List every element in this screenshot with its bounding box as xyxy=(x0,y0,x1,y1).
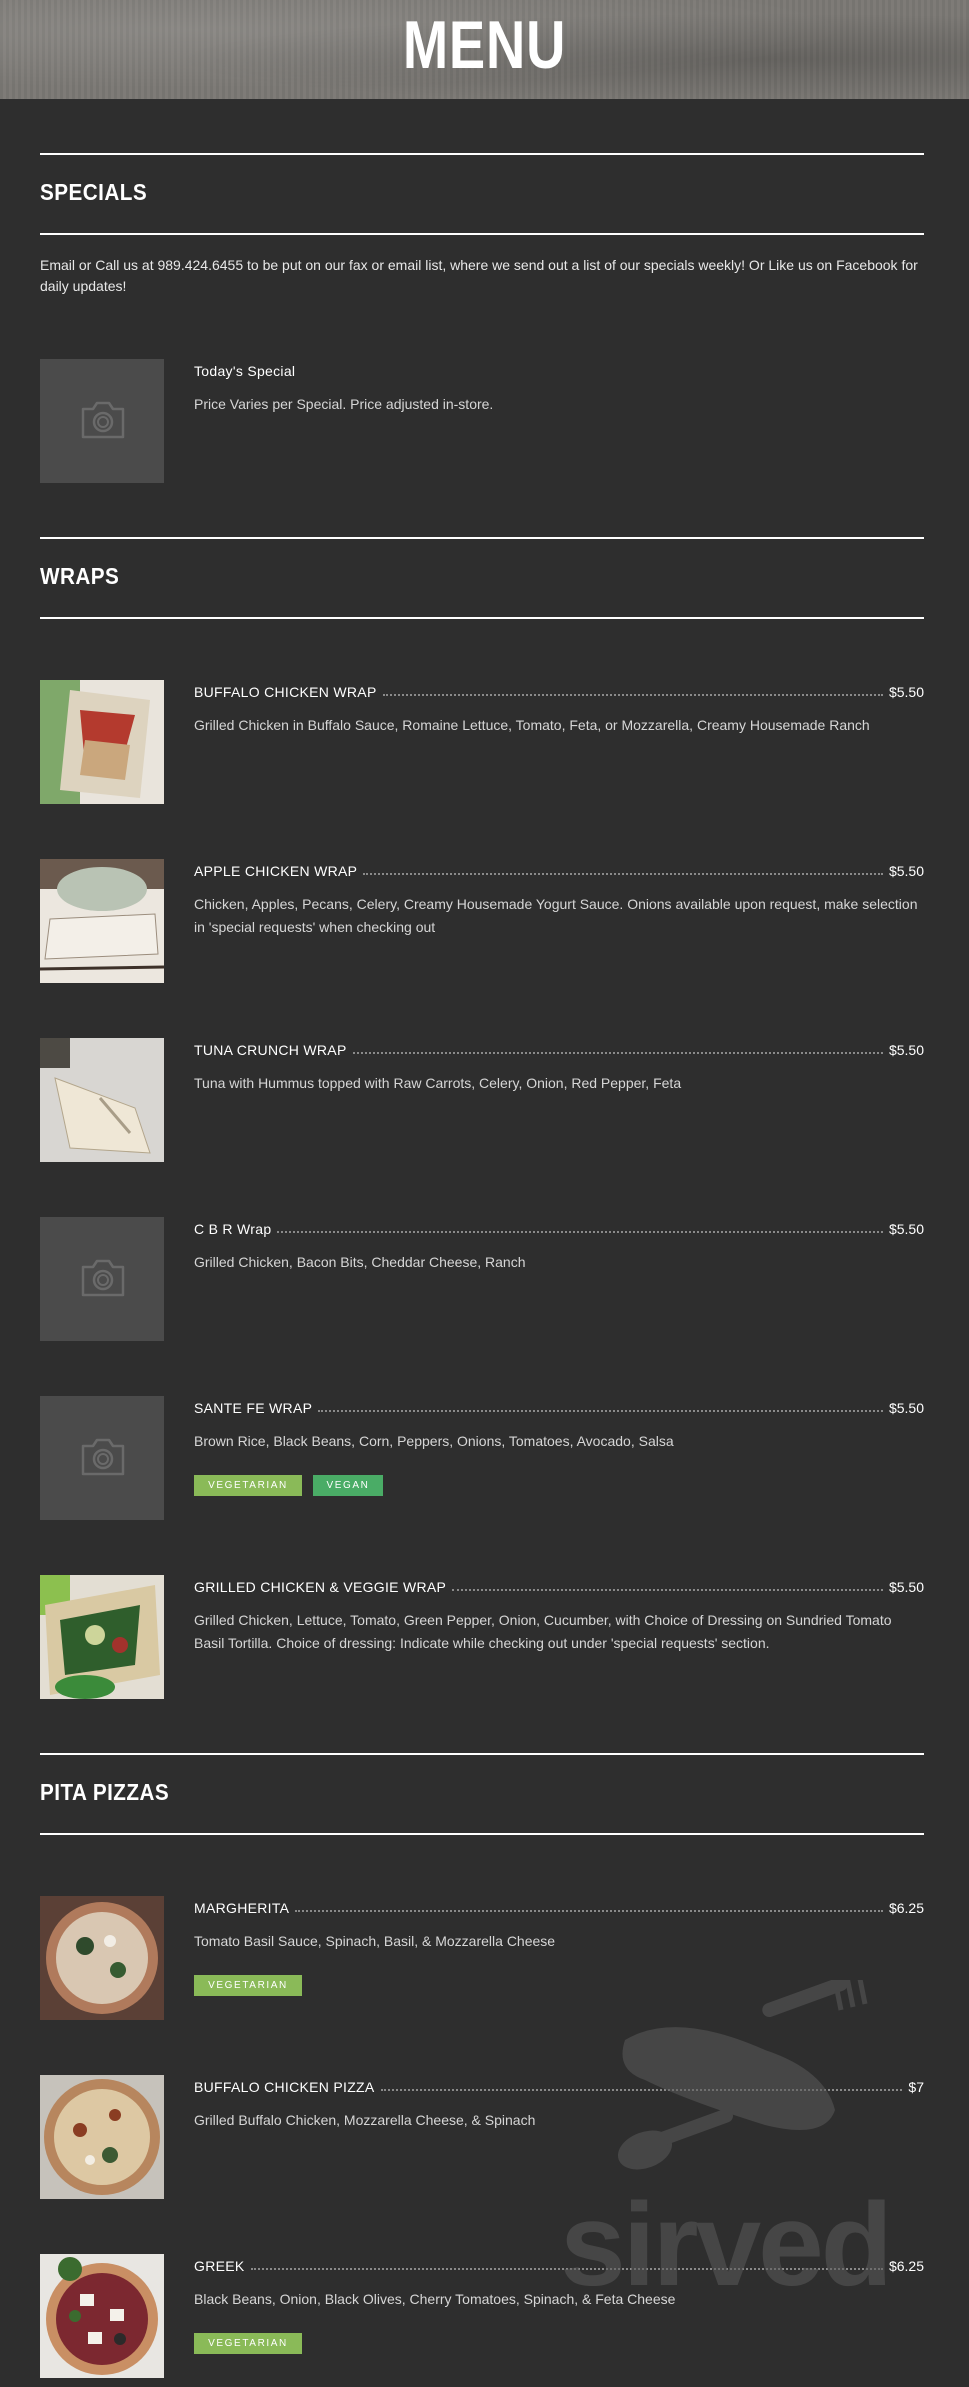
item-name: MARGHERITA xyxy=(194,1900,290,1916)
item-description: Chicken, Apples, Pecans, Celery, Creamy … xyxy=(194,896,918,935)
item-price: $5.50 xyxy=(888,1221,924,1237)
item-description: Price Varies per Special. Price adjusted… xyxy=(194,396,494,412)
menu-item-apple-chicken-wrap[interactable]: APPLE CHICKEN WRAP $5.50 Chicken, Apples,… xyxy=(40,859,924,983)
menu-item-cbr-wrap[interactable]: C B R Wrap $5.50 Grilled Chicken, Bacon B… xyxy=(40,1217,924,1341)
menu-item-todays-special[interactable]: Today's Special Price Varies per Special… xyxy=(40,359,924,483)
menu-item-sante-fe-wrap[interactable]: SANTE FE WRAP $5.50 Brown Rice, Black Bea… xyxy=(40,1396,924,1520)
item-price: $7 xyxy=(908,2079,924,2095)
item-image-placeholder xyxy=(40,1217,164,1341)
item-photo xyxy=(40,2075,164,2199)
item-description: Grilled Chicken in Buffalo Sauce, Romain… xyxy=(194,717,870,733)
section-header-pita-pizzas: PITA PIZZAS xyxy=(40,1753,924,1835)
item-photo xyxy=(40,680,164,804)
menu-item-greek[interactable]: GREEK $6.25 Black Beans, Onion, Black Oli… xyxy=(40,2254,924,2378)
item-price: $5.50 xyxy=(888,1579,924,1595)
item-price: $5.50 xyxy=(888,1042,924,1058)
section-header-specials: SPECIALS xyxy=(40,153,924,235)
item-name: TUNA CRUNCH WRAP xyxy=(194,1042,347,1058)
item-photo xyxy=(40,1896,164,2020)
item-description: Tuna with Hummus topped with Raw Carrots… xyxy=(194,1075,682,1091)
item-photo xyxy=(40,1038,164,1162)
menu-hero-banner: MENU xyxy=(0,0,969,99)
camera-icon xyxy=(81,401,125,439)
item-name: Today's Special xyxy=(194,363,296,379)
item-description: Brown Rice, Black Beans, Corn, Peppers, … xyxy=(194,1433,674,1449)
section-title: PITA PIZZAS xyxy=(40,1779,170,1805)
page-title: MENU xyxy=(402,7,567,83)
item-price: $5.50 xyxy=(888,863,924,879)
vegan-badge: VEGAN xyxy=(313,1475,383,1496)
item-description: Grilled Chicken, Lettuce, Tomato, Green … xyxy=(194,1612,892,1651)
dotted-leader xyxy=(318,1410,883,1412)
item-description: Grilled Buffalo Chicken, Mozzarella Chee… xyxy=(194,2112,536,2128)
item-name: BUFFALO CHICKEN WRAP xyxy=(194,684,377,700)
menu-item-tuna-crunch-wrap[interactable]: TUNA CRUNCH WRAP $5.50 Tuna with Hummus t… xyxy=(40,1038,924,1162)
item-image-placeholder xyxy=(40,359,164,483)
item-price: $5.50 xyxy=(888,1400,924,1416)
item-price: $6.25 xyxy=(888,1900,924,1916)
dotted-leader xyxy=(295,1910,883,1912)
dotted-leader xyxy=(277,1231,883,1233)
camera-icon xyxy=(81,1259,125,1297)
section-title: WRAPS xyxy=(40,563,120,589)
item-name: C B R Wrap xyxy=(194,1221,272,1237)
vegetarian-badge: VEGETARIAN xyxy=(194,2333,302,2354)
item-tags: VEGETARIAN xyxy=(194,2333,302,2354)
item-name: GRILLED CHICKEN & VEGGIE WRAP xyxy=(194,1579,447,1595)
item-image-placeholder xyxy=(40,1396,164,1520)
specials-intro: Email or Call us at 989.424.6455 to be p… xyxy=(40,257,918,294)
section-title: SPECIALS xyxy=(40,179,148,205)
item-photo xyxy=(40,859,164,983)
item-tags: VEGETARIAN xyxy=(194,1975,302,1996)
menu-item-grilled-chicken-veggie-wrap[interactable]: GRILLED CHICKEN & VEGGIE WRAP $5.50 Grill… xyxy=(40,1575,924,1699)
dotted-leader xyxy=(380,2089,903,2091)
dotted-leader xyxy=(363,873,883,875)
item-description: Grilled Chicken, Bacon Bits, Cheddar Che… xyxy=(194,1254,526,1270)
dotted-leader xyxy=(452,1589,883,1591)
item-price: $5.50 xyxy=(888,684,924,700)
dotted-leader xyxy=(382,694,883,696)
item-name: GREEK xyxy=(194,2258,245,2274)
item-description: Tomato Basil Sauce, Spinach, Basil, & Mo… xyxy=(194,1933,556,1949)
item-name: SANTE FE WRAP xyxy=(194,1400,313,1416)
camera-icon xyxy=(81,1438,125,1476)
vegetarian-badge: VEGETARIAN xyxy=(194,1975,302,1996)
item-name: APPLE CHICKEN WRAP xyxy=(194,863,358,879)
vegetarian-badge: VEGETARIAN xyxy=(194,1475,302,1496)
item-photo xyxy=(40,1575,164,1699)
menu-item-margherita[interactable]: MARGHERITA $6.25 Tomato Basil Sauce, Spin… xyxy=(40,1896,924,2020)
section-header-wraps: WRAPS xyxy=(40,537,924,619)
item-price: $6.25 xyxy=(888,2258,924,2274)
menu-item-buffalo-chicken-pizza[interactable]: BUFFALO CHICKEN PIZZA $7 Grilled Buffalo … xyxy=(40,2075,924,2199)
item-name: BUFFALO CHICKEN PIZZA xyxy=(194,2079,375,2095)
dotted-leader xyxy=(352,1052,883,1054)
item-description: Black Beans, Onion, Black Olives, Cherry… xyxy=(194,2291,676,2307)
menu-item-buffalo-chicken-wrap[interactable]: BUFFALO CHICKEN WRAP $5.50 Grilled Chicke… xyxy=(40,680,924,804)
item-tags: VEGETARIAN VEGAN xyxy=(194,1475,383,1496)
item-photo xyxy=(40,2254,164,2378)
dotted-leader xyxy=(250,2268,883,2270)
